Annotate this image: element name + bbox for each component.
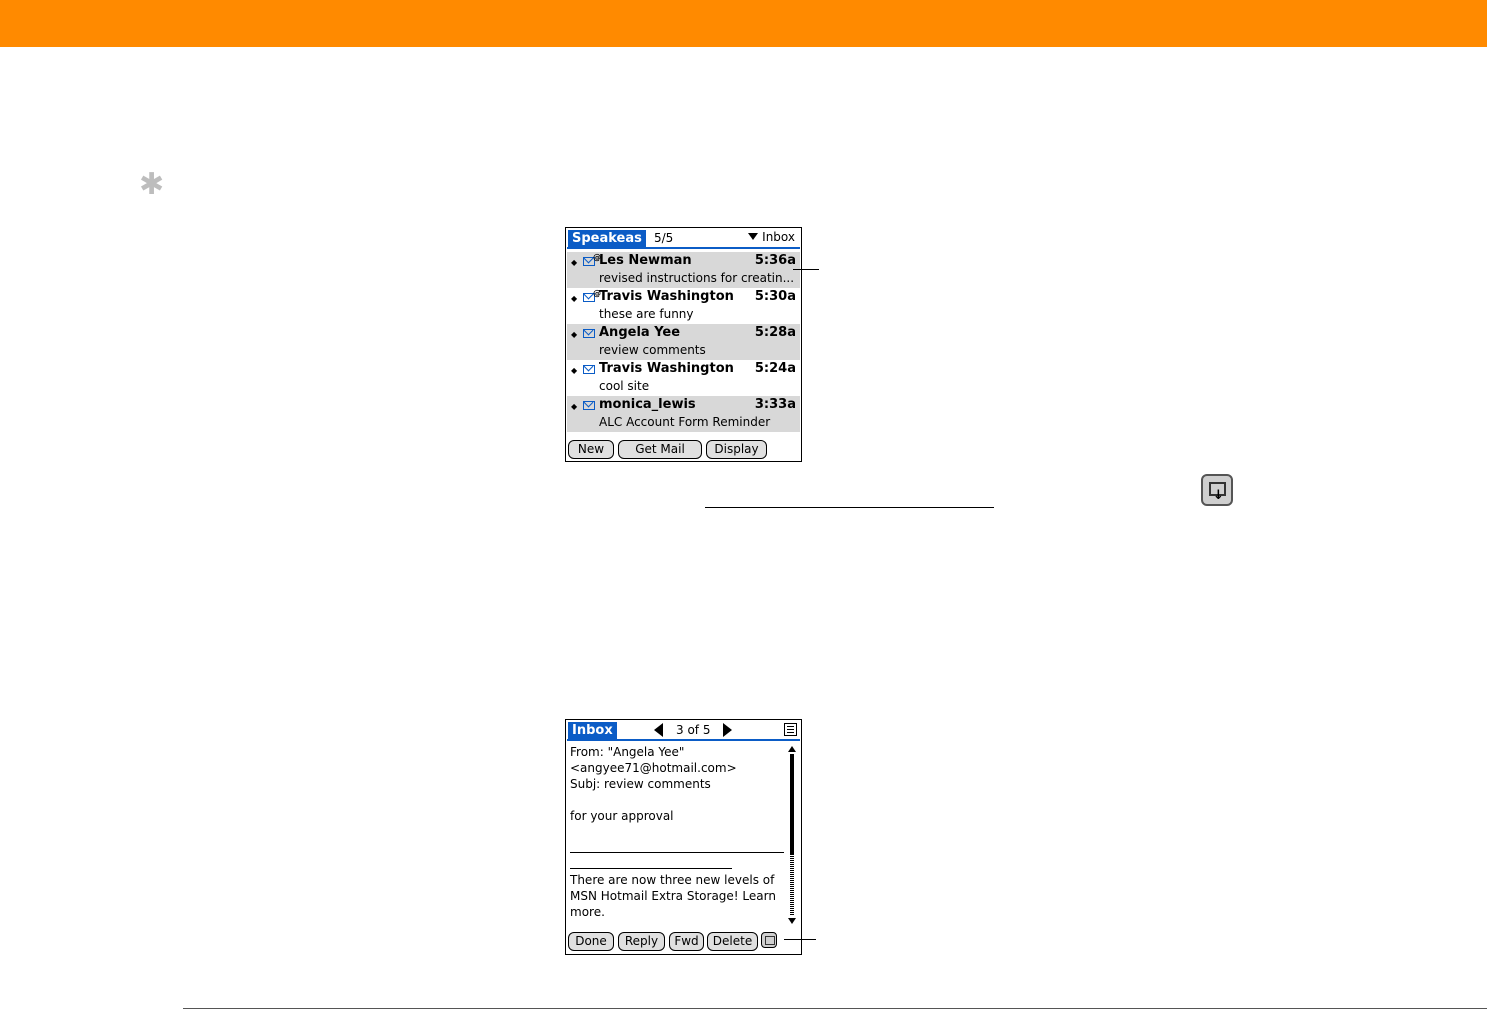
folder-picker[interactable]: Inbox <box>748 230 795 244</box>
footer-line: There are now three new levels of <box>570 873 775 887</box>
message-subject: review comments <box>599 343 706 357</box>
message-body: From: "Angela Yee" <angyee71@hotmail.com… <box>570 744 784 824</box>
bullet-icon: ◆ <box>571 330 578 339</box>
tip-asterisk-icon: ✱ <box>139 167 165 202</box>
envelope-icon <box>583 365 595 374</box>
page-indicator: 3 of 5 <box>676 723 711 737</box>
footer-line: MSN Hotmail Extra Storage! Learn <box>570 889 776 903</box>
message-view-screenshot: Inbox 3 of 5 From: "Angela Yee" <angyee7… <box>565 719 802 955</box>
inbox-list-screenshot: Speakeas 5/5 Inbox ◆ @ Les Newman 5:36a … <box>565 227 802 462</box>
message-sender: Travis Washington <box>599 289 734 304</box>
message-navigator: 3 of 5 <box>654 722 733 738</box>
body-text-line: for your approval <box>570 809 674 823</box>
envelope-icon <box>583 329 595 338</box>
display-button[interactable]: Display <box>706 440 767 459</box>
header-underline <box>567 739 800 741</box>
bullet-icon: ◆ <box>571 294 578 303</box>
message-row-travis-washington-1[interactable]: ◆ @ Travis Washington 5:30a these are fu… <box>567 288 800 324</box>
subject-line: Subj: review comments <box>570 777 711 791</box>
dropdown-triangle-icon <box>748 233 759 240</box>
bullet-icon: ◆ <box>571 258 578 267</box>
down-arrow-icon: ↓ <box>1213 488 1224 503</box>
message-time: 5:30a <box>754 289 796 304</box>
done-button[interactable]: Done <box>568 932 614 951</box>
details-icon[interactable] <box>784 723 797 736</box>
vertical-scrollbar[interactable] <box>788 746 796 924</box>
forward-button[interactable]: Fwd <box>669 932 704 951</box>
callout-line-view <box>784 939 816 940</box>
message-time: 5:36a <box>754 253 796 268</box>
folder-title-tab[interactable]: Inbox <box>568 722 617 740</box>
message-subject: cool site <box>599 379 650 393</box>
next-message-arrow-icon[interactable] <box>723 723 733 737</box>
message-subject: ALC Account Form Reminder <box>599 415 771 429</box>
message-count: 5/5 <box>654 231 674 245</box>
message-sender: monica_lewis <box>599 397 696 412</box>
message-row-angela-yee[interactable]: ◆ Angela Yee 5:28a review comments <box>567 324 800 360</box>
app-title-tab[interactable]: Speakeas <box>568 230 646 248</box>
message-row-travis-washington-2[interactable]: ◆ Travis Washington 5:24a cool site <box>567 360 800 396</box>
scroll-down-arrow-icon[interactable] <box>788 918 796 924</box>
header-underline <box>567 247 800 249</box>
body-divider <box>570 852 784 853</box>
message-time: 5:24a <box>754 361 796 376</box>
scroll-up-arrow-icon[interactable] <box>788 746 796 752</box>
message-subject: these are funny <box>599 307 694 321</box>
message-row-les-newman[interactable]: ◆ @ Les Newman 5:36a revised instruction… <box>567 252 800 288</box>
message-footer: There are now three new levels of MSN Ho… <box>570 872 784 920</box>
get-mail-button[interactable]: Get Mail <box>618 440 702 459</box>
from-line: From: "Angela Yee" <box>570 745 685 759</box>
footer-line: more. <box>570 905 605 919</box>
envelope-icon <box>583 401 595 410</box>
scroll-thumb[interactable] <box>790 754 794 854</box>
message-sender: Travis Washington <box>599 361 734 376</box>
top-accent-bar <box>0 0 1487 47</box>
email-line: <angyee71@hotmail.com> <box>570 761 737 775</box>
bullet-icon: ◆ <box>571 402 578 411</box>
message-time: 3:33a <box>754 397 796 412</box>
scroll-message-button-icon[interactable] <box>761 932 777 948</box>
delete-button[interactable]: Delete <box>707 932 758 951</box>
message-sender: Angela Yee <box>599 325 681 340</box>
message-sender: Les Newman <box>599 253 692 268</box>
message-subject: revised instructions for creatin... <box>599 271 795 285</box>
list-header: Speakeas 5/5 Inbox <box>566 228 801 248</box>
body-divider-short <box>570 868 732 869</box>
link-underline <box>705 507 994 508</box>
folder-name: Inbox <box>762 230 795 244</box>
bullet-icon: ◆ <box>571 366 578 375</box>
message-time: 5:28a <box>754 325 796 340</box>
scroll-message-icon: ↓ <box>1201 474 1233 506</box>
footer-rule <box>183 1008 1487 1009</box>
callout-line-list <box>793 269 819 270</box>
message-row-monica-lewis[interactable]: ◆ monica_lewis 3:33a ALC Account Form Re… <box>567 396 800 432</box>
new-button[interactable]: New <box>568 440 614 459</box>
previous-message-arrow-icon[interactable] <box>654 723 663 737</box>
reply-button[interactable]: Reply <box>618 932 665 951</box>
view-header: Inbox 3 of 5 <box>566 720 801 740</box>
